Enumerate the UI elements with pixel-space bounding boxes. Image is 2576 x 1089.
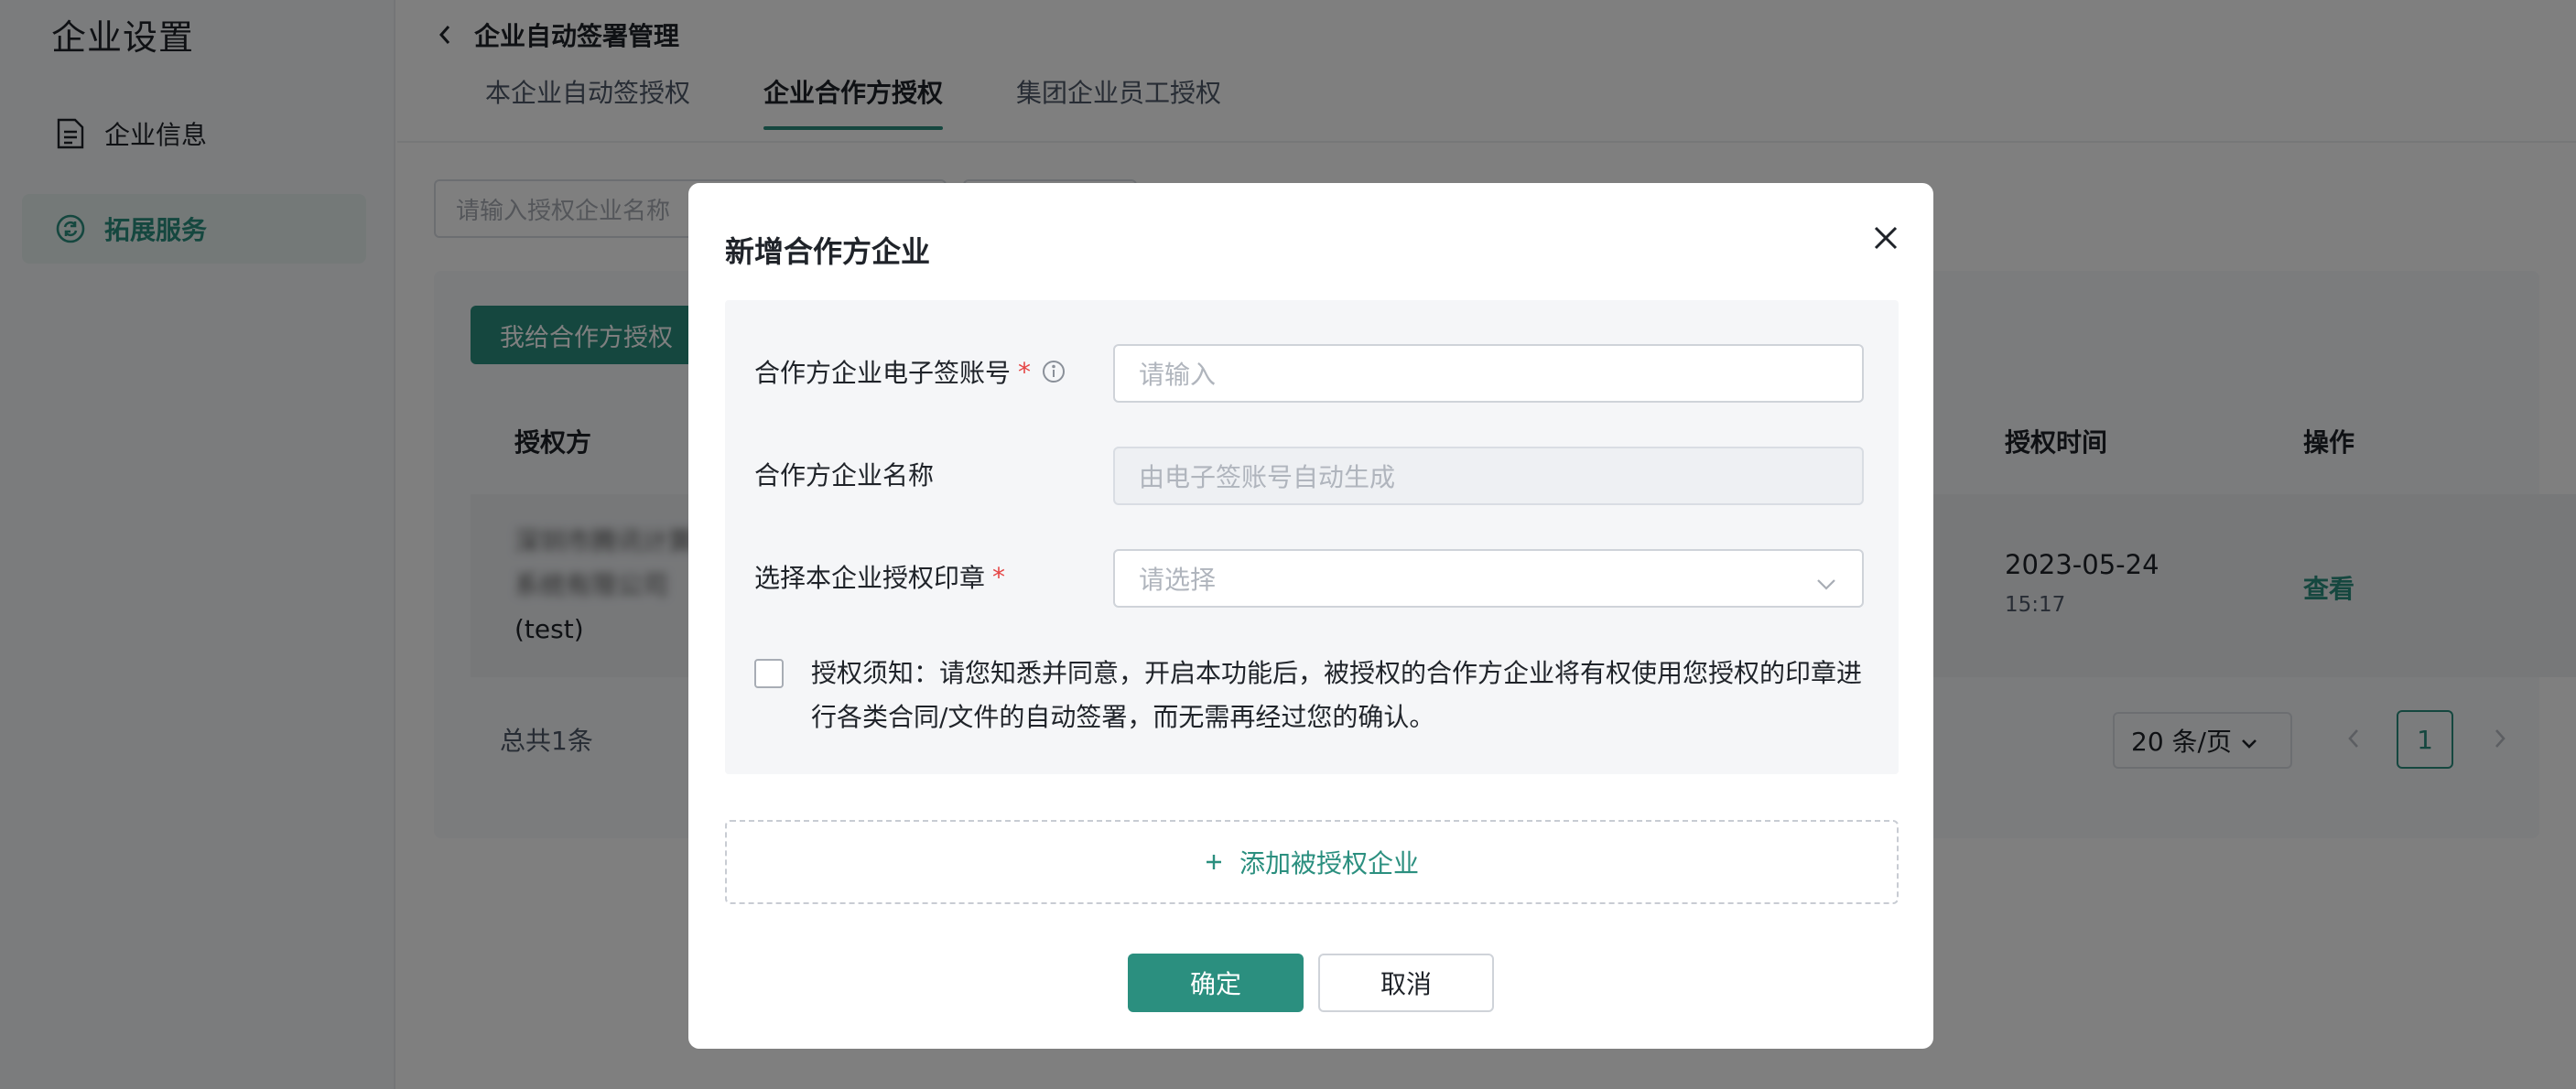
authorization-notice: 授权须知：请您知悉并同意，开启本功能后，被授权的合作方企业将有权使用您授权的印章… <box>754 652 1880 739</box>
confirm-button[interactable]: 确定 <box>1128 954 1304 1012</box>
required-mark: * <box>992 561 1006 592</box>
info-icon[interactable] <box>1042 360 1066 383</box>
seal-placeholder: 请选择 <box>1139 565 1217 595</box>
account-label-text: 合作方企业电子签账号 <box>754 358 1012 388</box>
name-label-text: 合作方企业名称 <box>754 460 935 491</box>
required-mark: * <box>1018 356 1032 387</box>
account-placeholder: 请输入 <box>1139 360 1217 390</box>
plus-icon <box>1205 847 1223 878</box>
close-icon[interactable] <box>1867 220 1904 256</box>
seal-select[interactable]: 请选择 <box>1113 549 1864 608</box>
company-name-placeholder: 由电子签账号自动生成 <box>1139 462 1396 492</box>
seal-label-text: 选择本企业授权印章 <box>754 563 986 593</box>
add-label: 添加被授权企业 <box>1239 848 1419 879</box>
account-field-label: 合作方企业电子签账号 * <box>754 353 1066 390</box>
company-name-input: 由电子签账号自动生成 <box>1113 447 1864 505</box>
add-partner-dialog: 新增合作方企业 合作方企业电子签账号 * 请输入 合作方企业名称 由电子签账号自… <box>688 183 1933 1049</box>
add-authorized-company-button[interactable]: 添加被授权企业 <box>725 820 1899 904</box>
notice-text: 授权须知：请您知悉并同意，开启本功能后，被授权的合作方企业将有权使用您授权的印章… <box>811 658 1863 732</box>
dialog-title: 新增合作方企业 <box>725 234 931 269</box>
form-panel: 合作方企业电子签账号 * 请输入 合作方企业名称 由电子签账号自动生成 选择本企… <box>725 300 1899 774</box>
name-field-label: 合作方企业名称 <box>754 456 934 492</box>
agree-checkbox[interactable] <box>754 659 784 688</box>
chevron-down-icon <box>1816 567 1836 598</box>
cancel-button[interactable]: 取消 <box>1318 954 1494 1012</box>
account-input[interactable]: 请输入 <box>1113 344 1864 403</box>
seal-field-label: 选择本企业授权印章 * <box>754 558 1005 595</box>
